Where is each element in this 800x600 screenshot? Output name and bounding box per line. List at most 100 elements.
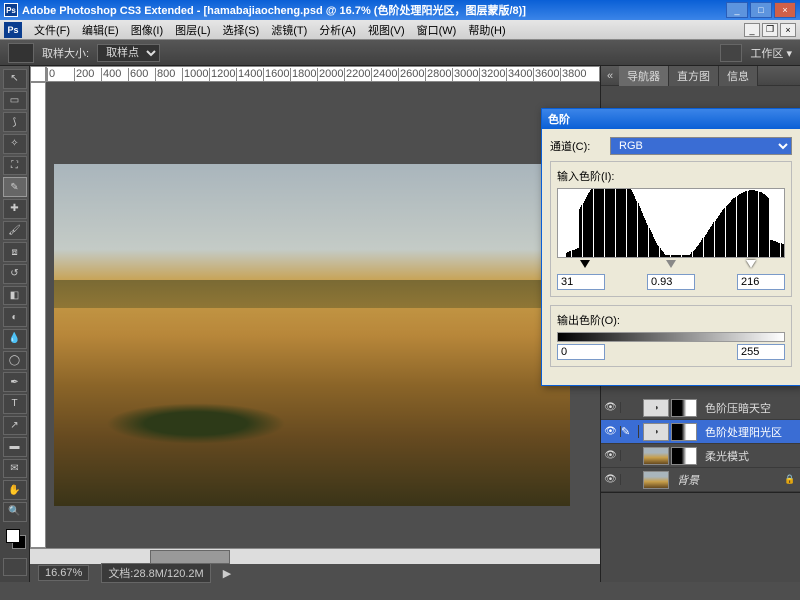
menu-select[interactable]: 选择(S)	[217, 20, 266, 40]
dodge-tool[interactable]: ◯	[3, 351, 27, 371]
screen-mode-icon[interactable]	[720, 44, 742, 62]
link-cell[interactable]: ✎	[621, 425, 639, 438]
menu-edit[interactable]: 编辑(E)	[76, 20, 125, 40]
mask-thumb	[671, 447, 697, 465]
menu-analysis[interactable]: 分析(A)	[313, 20, 362, 40]
pen-tool[interactable]: ✒	[3, 372, 27, 392]
document-image	[54, 164, 570, 506]
eyedropper-tool[interactable]: ✎	[3, 177, 27, 197]
layer-row[interactable]: 👁 ◑ 色阶压暗天空	[601, 396, 800, 420]
hand-tool[interactable]: ✋	[3, 480, 27, 500]
output-levels-label: 输出色阶(O):	[557, 312, 785, 328]
output-white-input[interactable]	[737, 344, 785, 360]
notes-tool[interactable]: ✉	[3, 459, 27, 479]
ruler-origin[interactable]	[30, 66, 46, 82]
adjustment-thumb: ◑	[643, 399, 669, 417]
stamp-tool[interactable]: ⧈	[3, 242, 27, 262]
menu-file[interactable]: 文件(F)	[28, 20, 76, 40]
shadow-slider[interactable]	[580, 260, 590, 268]
move-tool[interactable]: ↖	[3, 69, 27, 89]
workspace-menu[interactable]: 工作区 ▾	[750, 45, 792, 61]
visibility-icon[interactable]: 👁	[601, 474, 621, 485]
lasso-tool[interactable]: ⟆	[3, 112, 27, 132]
layer-name[interactable]: 背景	[673, 472, 784, 488]
menu-help[interactable]: 帮助(H)	[462, 20, 511, 40]
tab-info[interactable]: 信息	[719, 66, 758, 86]
menu-filter[interactable]: 滤镜(T)	[265, 20, 313, 40]
input-sliders[interactable]	[557, 260, 785, 270]
maximize-button[interactable]: □	[750, 2, 772, 18]
brush-tool[interactable]: 🖌	[3, 221, 27, 241]
lock-icon: 🔒	[784, 474, 796, 485]
shadows-input[interactable]	[557, 274, 605, 290]
highlights-input[interactable]	[737, 274, 785, 290]
close-button[interactable]: ×	[774, 2, 796, 18]
canvas[interactable]	[46, 82, 600, 548]
output-gradient[interactable]	[557, 332, 785, 342]
app-logo[interactable]: Ps	[4, 22, 22, 38]
doc-title: [hamabajiaocheng.psd @ 16.7% (色阶处理阳光区，图层…	[204, 5, 526, 17]
heal-tool[interactable]: ✚	[3, 199, 27, 219]
tab-navigator[interactable]: 导航器	[619, 66, 669, 86]
quickmask-toggle[interactable]	[3, 558, 27, 576]
dialog-title[interactable]: 色阶	[542, 109, 800, 129]
minimize-button[interactable]: _	[726, 2, 748, 18]
menu-layer[interactable]: 图层(L)	[169, 20, 216, 40]
crop-tool[interactable]: ⛶	[3, 156, 27, 176]
layer-thumb	[643, 471, 669, 489]
menu-window[interactable]: 窗口(W)	[411, 20, 463, 40]
type-tool[interactable]: T	[3, 394, 27, 414]
marquee-tool[interactable]: ▭	[3, 91, 27, 111]
tab-histogram[interactable]: 直方图	[669, 66, 719, 86]
ruler-horizontal: 0200400600800100012001400160018002000220…	[46, 66, 600, 82]
menu-bar: Ps 文件(F) 编辑(E) 图像(I) 图层(L) 选择(S) 滤镜(T) 分…	[0, 20, 800, 40]
layer-row[interactable]: 👁 背景🔒	[601, 468, 800, 492]
history-brush-tool[interactable]: ↺	[3, 264, 27, 284]
visibility-icon[interactable]: 👁	[601, 426, 621, 437]
toolbox: ↖ ▭ ⟆ ✧ ⛶ ✎ ✚ 🖌 ⧈ ↺ ◧ ◐ 💧 ◯ ✒ T ↗ ▬ ✉ ✋ …	[0, 66, 30, 582]
layer-name[interactable]: 色阶处理阳光区	[701, 424, 796, 440]
zoom-level[interactable]: 16.67%	[38, 565, 89, 581]
layer-row[interactable]: 👁✎◑色阶处理阳光区	[601, 420, 800, 444]
panel-collapse[interactable]: «	[601, 70, 619, 82]
midtones-input[interactable]	[647, 274, 695, 290]
layer-thumb	[643, 447, 669, 465]
ruler-vertical	[30, 82, 46, 548]
zoom-tool[interactable]: 🔍	[3, 502, 27, 522]
menu-view[interactable]: 视图(V)	[362, 20, 411, 40]
layer-row[interactable]: 👁 柔光模式	[601, 444, 800, 468]
sample-size-select[interactable]: 取样点	[97, 44, 160, 62]
layers-footer	[601, 492, 800, 514]
visibility-icon[interactable]: 👁	[601, 402, 621, 413]
highlight-slider[interactable]	[746, 260, 756, 268]
mask-thumb	[671, 399, 697, 417]
eyedropper-icon[interactable]	[8, 43, 34, 63]
wand-tool[interactable]: ✧	[3, 134, 27, 154]
output-black-input[interactable]	[557, 344, 605, 360]
blur-tool[interactable]: 💧	[3, 329, 27, 349]
window-titlebar: Ps Adobe Photoshop CS3 Extended - [hamab…	[0, 0, 800, 20]
doc-close[interactable]: ×	[780, 23, 796, 37]
channel-label: 通道(C):	[550, 138, 604, 154]
status-bar: 16.67% 文档:28.8M/120.2M ▶	[30, 564, 600, 582]
menu-image[interactable]: 图像(I)	[125, 20, 169, 40]
scrollbar-thumb[interactable]	[150, 550, 230, 564]
channel-select[interactable]: RGB	[610, 137, 792, 155]
doc-size[interactable]: 文档:28.8M/120.2M	[101, 563, 210, 583]
path-tool[interactable]: ↗	[3, 416, 27, 436]
doc-minimize[interactable]: _	[744, 23, 760, 37]
scrollbar-h[interactable]	[30, 548, 600, 564]
visibility-icon[interactable]: 👁	[601, 450, 621, 461]
shape-tool[interactable]: ▬	[3, 437, 27, 457]
histogram	[557, 188, 785, 258]
doc-restore[interactable]: ❐	[762, 23, 778, 37]
layer-name[interactable]: 色阶压暗天空	[701, 400, 796, 416]
midtone-slider[interactable]	[666, 260, 676, 268]
eraser-tool[interactable]: ◧	[3, 286, 27, 306]
options-bar: 取样大小: 取样点 工作区 ▾	[0, 40, 800, 66]
ps-icon: Ps	[4, 3, 18, 17]
color-swatches[interactable]	[2, 527, 27, 554]
layer-name[interactable]: 柔光模式	[701, 448, 796, 464]
gradient-tool[interactable]: ◐	[3, 307, 27, 327]
levels-dialog[interactable]: 色阶 通道(C): RGB 输入色阶(I): 输出色阶(O):	[541, 108, 800, 386]
